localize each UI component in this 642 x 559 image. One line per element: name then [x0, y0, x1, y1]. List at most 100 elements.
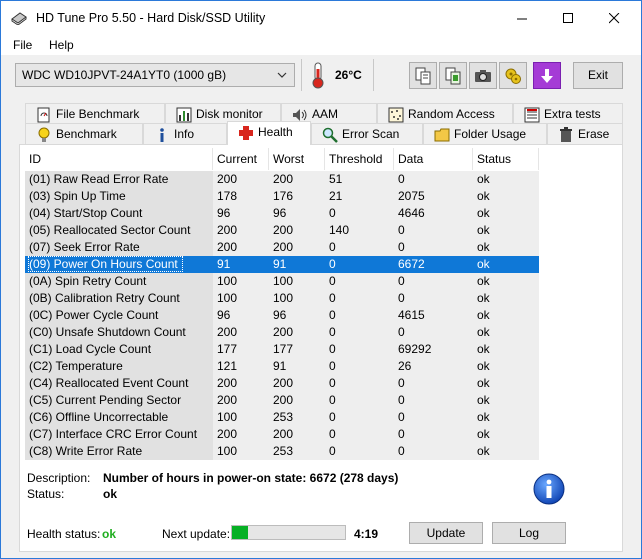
tab-error-scan[interactable]: Error Scan [311, 123, 423, 145]
cell-threshold-text: 0 [329, 257, 336, 271]
cell-status-text: ok [477, 206, 490, 220]
table-row[interactable]: (C2) Temperature 121 91 0 26 ok [25, 358, 617, 375]
cell-threshold: 0 [325, 443, 394, 460]
menu-help[interactable]: Help [49, 38, 74, 52]
info-icon[interactable] [533, 473, 565, 505]
cell-current-text: 177 [217, 342, 238, 356]
cell-worst: 96 [269, 307, 325, 324]
exit-button[interactable]: Exit [573, 62, 623, 89]
table-row[interactable]: (07) Seek Error Rate 200 200 0 0 ok [25, 239, 617, 256]
cell-worst-text: 100 [273, 274, 294, 288]
cell-threshold: 0 [325, 409, 394, 426]
table-row[interactable]: (03) Spin Up Time 178 176 21 2075 ok [25, 188, 617, 205]
table-row[interactable]: (09) Power On Hours Count 91 91 0 6672 ok [25, 256, 617, 273]
cell-data: 0 [394, 324, 473, 341]
copy-text-button[interactable] [409, 62, 437, 89]
cell-worst: 96 [269, 205, 325, 222]
cell-worst: 177 [269, 341, 325, 358]
table-row[interactable]: (C1) Load Cycle Count 177 177 0 69292 ok [25, 341, 617, 358]
cell-data-text: 0 [398, 393, 405, 407]
tab-label: Extra tests [544, 107, 601, 121]
close-button[interactable] [591, 1, 637, 35]
cell-worst: 200 [269, 239, 325, 256]
tab-extra-tests[interactable]: Extra tests [513, 103, 623, 125]
cell-current: 200 [213, 324, 269, 341]
tab-folder-usage[interactable]: Folder Usage [423, 123, 547, 145]
cell-current-text: 200 [217, 172, 238, 186]
table-row[interactable]: (C0) Unsafe Shutdown Count 200 200 0 0 ok [25, 324, 617, 341]
cell-status: ok [473, 205, 539, 222]
table-row[interactable]: (C6) Offline Uncorrectable 100 253 0 0 ok [25, 409, 617, 426]
table-row[interactable]: (05) Reallocated Sector Count 200 200 140 0 o… [25, 222, 617, 239]
cell-threshold-text: 0 [329, 410, 336, 424]
cell-worst-text: 91 [273, 257, 287, 271]
cell-current-text: 200 [217, 393, 238, 407]
cell-data: 0 [394, 290, 473, 307]
tab-info[interactable]: Info [143, 123, 227, 145]
cell-id-text: (0B) Calibration Retry Count [29, 291, 180, 305]
table-row[interactable]: (0B) Calibration Retry Count 100 100 0 0 ok [25, 290, 617, 307]
copy-screenshot-button[interactable] [439, 62, 467, 89]
log-button[interactable]: Log [492, 522, 566, 544]
folder-icon [434, 128, 450, 142]
tab-label: Disk monitor [196, 107, 263, 121]
table-row[interactable]: (C5) Current Pending Sector 200 200 0 0 ok [25, 392, 617, 409]
tab-random-access[interactable]: Random Access [377, 103, 513, 125]
save-button[interactable] [533, 62, 561, 89]
cell-id: (C7) Interface CRC Error Count [25, 426, 213, 443]
cell-current: 91 [213, 256, 269, 273]
screenshot-button[interactable] [469, 62, 497, 89]
cell-data-text: 0 [398, 325, 405, 339]
cell-status-text: ok [477, 410, 490, 424]
cell-data-text: 69292 [398, 342, 432, 356]
table-row[interactable]: (C4) Reallocated Event Count 200 200 0 0 ok [25, 375, 617, 392]
table-row[interactable]: (0A) Spin Retry Count 100 100 0 0 ok [25, 273, 617, 290]
cell-id: (04) Start/Stop Count [25, 205, 213, 222]
minimize-icon [516, 18, 527, 19]
cell-current: 200 [213, 375, 269, 392]
table-row[interactable]: (C8) Write Error Rate 100 253 0 0 ok [25, 443, 617, 460]
cell-id-text: (C1) Load Cycle Count [29, 342, 152, 356]
cell-threshold: 0 [325, 426, 394, 443]
cell-worst-text: 200 [273, 325, 294, 339]
column-header-threshold[interactable]: Threshold [325, 148, 394, 170]
cell-worst-text: 253 [273, 444, 294, 458]
cell-data-text: 0 [398, 223, 405, 237]
drive-select[interactable]: WDC WD10JPVT-24A1YT0 (1000 gB) [15, 63, 295, 87]
cell-data-text: 0 [398, 240, 405, 254]
cell-data-text: 6672 [398, 257, 425, 271]
column-header-id[interactable]: ID [25, 148, 213, 170]
options-button[interactable] [499, 62, 527, 89]
cell-threshold-text: 0 [329, 240, 336, 254]
menu-file[interactable]: File [13, 38, 32, 52]
column-header-worst[interactable]: Worst [269, 148, 325, 170]
update-button[interactable]: Update [409, 522, 483, 544]
column-header-status[interactable]: Status [473, 148, 539, 170]
maximize-button[interactable] [545, 1, 591, 35]
tab-benchmark[interactable]: Benchmark [25, 123, 143, 145]
tab-file-benchmark[interactable]: File Benchmark [25, 103, 165, 125]
column-header-current[interactable]: Current [213, 148, 269, 170]
minimize-button[interactable] [499, 1, 545, 35]
table-row[interactable]: (0C) Power Cycle Count 96 96 0 4615 ok [25, 307, 617, 324]
cell-worst: 253 [269, 409, 325, 426]
table-row[interactable]: (04) Start/Stop Count 96 96 0 4646 ok [25, 205, 617, 222]
cell-data: 0 [394, 426, 473, 443]
table-row[interactable]: (01) Raw Read Error Rate 200 200 51 0 ok [25, 171, 617, 188]
cell-current: 200 [213, 222, 269, 239]
thermometer-icon [312, 62, 324, 89]
cell-threshold: 140 [325, 222, 394, 239]
cell-id-text: (0A) Spin Retry Count [29, 274, 147, 288]
table-row[interactable]: (C7) Interface CRC Error Count 200 200 0 0 ok [25, 426, 617, 443]
tab-erase[interactable]: Erase [547, 123, 623, 145]
menu-bar: File Help [1, 35, 641, 55]
tab-label: Info [174, 127, 195, 141]
cell-threshold-text: 0 [329, 342, 336, 356]
column-header-data[interactable]: Data [394, 148, 473, 170]
cell-current: 100 [213, 290, 269, 307]
cell-worst: 200 [269, 171, 325, 188]
tab-health[interactable]: Health [227, 121, 311, 145]
cell-worst-text: 96 [273, 308, 287, 322]
magnifier-icon [322, 127, 338, 143]
tab-label: File Benchmark [56, 107, 140, 121]
